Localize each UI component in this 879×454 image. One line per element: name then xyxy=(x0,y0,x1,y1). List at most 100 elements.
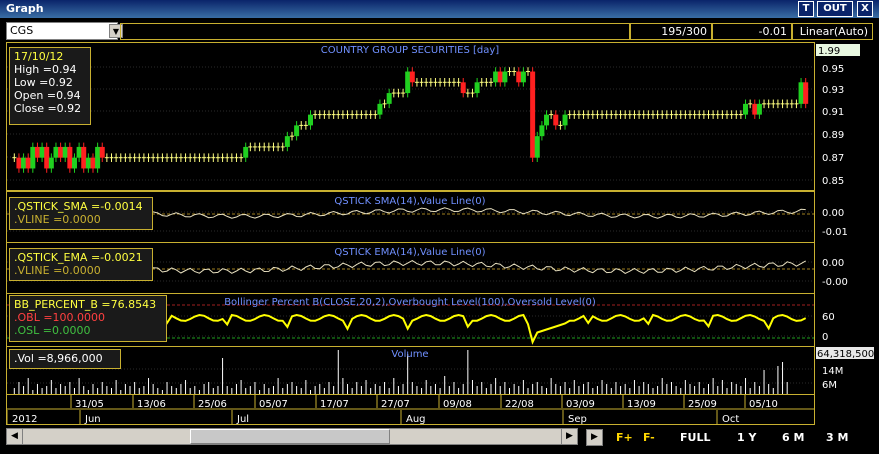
month-label: Aug xyxy=(406,414,426,425)
price-panel-title: COUNTRY GROUP SECURITIES [day] xyxy=(321,45,500,56)
bb-tick: 60 xyxy=(822,312,835,323)
price-tick: 0.95 xyxy=(822,64,844,75)
zoom-out-button[interactable]: F- xyxy=(643,430,655,445)
bb-info-box: BB_PERCENT_B =76.8543 .OBL =100.0000 .OS… xyxy=(9,295,167,342)
scrollbar-thumb[interactable] xyxy=(190,429,390,444)
out-button[interactable]: OUT xyxy=(817,1,853,17)
date-label: 13/06 xyxy=(137,399,166,410)
candle-body xyxy=(58,146,64,158)
month-label: Sep xyxy=(568,414,587,425)
one-year-button[interactable]: 1 Y xyxy=(737,430,756,445)
month-label: Jul xyxy=(236,414,249,425)
month-label: Oct xyxy=(722,414,739,425)
sma-tick: -0.01 xyxy=(822,227,848,238)
sma-panel-title: QSTICK SMA(14),Value Line(0) xyxy=(334,196,485,207)
candle-body xyxy=(16,157,22,169)
window-title: Graph xyxy=(6,2,44,15)
candle-body xyxy=(409,71,415,83)
candle-body xyxy=(67,146,73,169)
candle-body xyxy=(71,157,77,169)
candle-body xyxy=(752,103,758,115)
date-label: 09/08 xyxy=(443,399,472,410)
zoom-in-button[interactable]: F+ xyxy=(616,430,633,445)
symbol-select[interactable]: CGS ▼ xyxy=(6,22,123,40)
month-label: 2012 xyxy=(12,414,37,425)
candle-body xyxy=(76,146,82,158)
price-info-close: Close =0.92 xyxy=(14,102,82,115)
candle-body xyxy=(544,114,550,126)
scroll-right-button[interactable]: ▶ xyxy=(561,428,578,445)
date-label: 22/08 xyxy=(505,399,534,410)
date-label: 13/09 xyxy=(627,399,656,410)
date-label: 25/09 xyxy=(688,399,717,410)
vol-current: 64,318,500 xyxy=(817,349,874,360)
candle-body xyxy=(553,114,559,126)
date-label: 03/09 xyxy=(566,399,595,410)
candle-body xyxy=(284,136,290,147)
candle-body xyxy=(502,71,508,83)
ema-info-vline: .VLINE =0.0000 xyxy=(14,264,101,277)
candle-body xyxy=(243,146,249,158)
vol-tick: 14M xyxy=(822,366,843,377)
candle-body xyxy=(48,157,54,169)
vol-info-box: .Vol =8,966,000 xyxy=(9,349,121,369)
candle-body xyxy=(562,114,568,126)
price-info-low: Low =0.92 xyxy=(14,76,73,89)
change-field: -0.01 xyxy=(712,23,792,40)
date-label: 05/07 xyxy=(259,399,288,410)
candle-body xyxy=(44,146,50,169)
bb-panel-title: Bollinger Percent B(CLOSE,20,2),Overboug… xyxy=(224,297,596,308)
ema-tick: 0.00 xyxy=(822,258,844,269)
candle-body xyxy=(30,146,36,169)
toggle-button[interactable]: T xyxy=(798,1,814,17)
candle-body xyxy=(756,103,762,115)
candle-body xyxy=(53,146,59,158)
candle-body xyxy=(743,103,749,115)
date-label: 25/06 xyxy=(198,399,227,410)
bb-info-osl: .OSL =0.0000 xyxy=(14,324,91,337)
vol-tick: 6M xyxy=(822,380,837,391)
candle-body xyxy=(530,71,536,158)
candle-body xyxy=(99,146,105,158)
scale-field[interactable]: Linear(Auto) xyxy=(792,23,873,40)
close-button[interactable]: X xyxy=(857,1,873,17)
candle-body xyxy=(386,93,392,104)
price-tick: 0.93 xyxy=(822,85,844,96)
ema-tick: -0.00 xyxy=(822,277,848,288)
price-tick: 0.91 xyxy=(822,107,844,118)
chart-area: COUNTRY GROUP SECURITIES [day] QSTICK SM… xyxy=(0,42,879,426)
date-label: 17/07 xyxy=(320,399,349,410)
ema-panel-title: QSTICK EMA(14),Value Line(0) xyxy=(334,247,485,258)
candle-body xyxy=(34,146,40,158)
price-info-open: Open =0.94 xyxy=(14,89,81,102)
bb-info-obl: .OBL =100.0000 xyxy=(14,311,106,324)
symbol-value: CGS xyxy=(10,24,34,37)
sma-info-box: .QSTICK_SMA =-0.0014 .VLINE =0.0000 xyxy=(9,197,153,230)
candle-body xyxy=(405,71,411,94)
scroll-left-button[interactable]: ◀ xyxy=(6,428,23,445)
candle-body xyxy=(474,82,480,94)
candle-body xyxy=(803,82,809,104)
play-button[interactable]: ▶ xyxy=(586,429,603,446)
candle-body xyxy=(798,82,804,104)
candle-body xyxy=(377,103,383,115)
bb-info-value: BB_PERCENT_B =76.8543 xyxy=(14,298,157,311)
sma-tick: 0.00 xyxy=(822,208,844,219)
ema-info-value: .QSTICK_EMA =-0.0021 xyxy=(14,251,143,264)
price-info-date: 17/10/12 xyxy=(14,50,64,63)
candle-body xyxy=(39,146,45,158)
full-range-button[interactable]: FULL xyxy=(680,430,710,445)
sma-info-value: .QSTICK_SMA =-0.0014 xyxy=(14,200,143,213)
ema-info-box: .QSTICK_EMA =-0.0021 .VLINE =0.0000 xyxy=(9,248,153,281)
candle-body xyxy=(85,157,91,169)
six-month-button[interactable]: 6 M xyxy=(782,430,804,445)
date-label: 05/10 xyxy=(749,399,778,410)
candle-body xyxy=(81,146,87,169)
date-label: 31/05 xyxy=(75,399,104,410)
toolbar-blank-field xyxy=(120,23,630,40)
three-month-button[interactable]: 3 M xyxy=(826,430,848,445)
month-label: Jun xyxy=(84,414,101,425)
price-info-box: 17/10/12 High =0.94 Low =0.92 Open =0.94… xyxy=(9,47,91,125)
price-current: 1.99 xyxy=(818,46,840,57)
candle-body xyxy=(460,82,466,94)
